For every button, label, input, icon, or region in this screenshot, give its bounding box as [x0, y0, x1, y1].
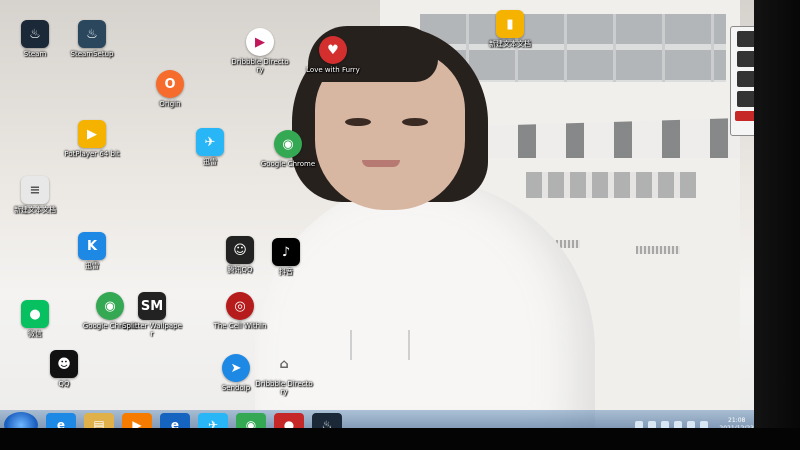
desktop-icon-tiktok[interactable]: ♪ 抖音	[256, 238, 316, 276]
wallpaper-lower-windows	[526, 172, 696, 198]
wallpaper-drawstrings	[350, 330, 410, 360]
desktop-icon-chrome-2[interactable]: ◉ Google Chrome	[258, 130, 318, 168]
desktop-icon-steam[interactable]: ♨ Steam	[5, 20, 65, 58]
game-heart-icon: ♥	[319, 36, 347, 64]
text-file-icon: ≡	[21, 176, 49, 204]
folder-icon: ⌂	[279, 356, 289, 372]
desktop-icon-potplayer[interactable]: ▶ PotPlayer 64 bit	[62, 120, 122, 158]
desktop-icon-xunlei[interactable]: ✈ 迅雷	[180, 128, 240, 166]
desktop-icon-text-file[interactable]: ≡ 新建文本文档	[5, 176, 65, 214]
desktop-icon-dribbble-2[interactable]: ⌂ Dribbble Directory	[254, 350, 314, 397]
desktop-icon-origin[interactable]: O Origin	[140, 70, 200, 108]
desktop-icon-cell-within[interactable]: ◎ The Cell Within	[210, 292, 270, 330]
chrome-icon: ◉	[274, 130, 302, 158]
desktop-icon-steamsetup[interactable]: ♨ SteamSetup	[62, 20, 122, 58]
tiktok-icon: ♪	[272, 238, 300, 266]
eye-game-icon: ◎	[226, 292, 254, 320]
sm-icon: SM	[138, 292, 166, 320]
origin-icon: O	[156, 70, 184, 98]
desktop-icon-love-furry[interactable]: ♥ Love with Furry	[303, 36, 363, 74]
monitor-bezel-right	[754, 0, 800, 450]
steam-setup-icon: ♨	[78, 20, 106, 48]
text-file-icon: ▮	[496, 10, 524, 38]
clock-time: 21:08	[728, 417, 746, 424]
thunder-icon: K	[78, 232, 106, 260]
wallpaper-vent	[636, 246, 680, 254]
desktop-icon-new-text[interactable]: ▮ 新建文本文档	[480, 10, 540, 48]
feishu-icon: ✈	[196, 128, 224, 156]
send-icon: ➤	[222, 354, 250, 382]
desktop-icon-qq[interactable]: ☻ QQ	[34, 350, 94, 388]
monitor-bezel-bottom	[0, 428, 800, 450]
desktop-screen: ● 微信 ♨ Steam ≡ 新建文本文档 ♨ SteamSetup ▶ Pot…	[0, 0, 800, 450]
wallpaper-eye	[345, 118, 371, 126]
chrome-icon: ◉	[96, 292, 124, 320]
folder-icon: ▶	[246, 28, 274, 56]
wechat-icon: ●	[21, 300, 49, 328]
potplayer-icon: ▶	[78, 120, 106, 148]
desktop-icon-dribbble[interactable]: ▶ Dribbble Directory	[230, 28, 290, 74]
desktop-icon-wechat[interactable]: ● 微信	[5, 300, 65, 338]
desktop-icon-thunder[interactable]: K 迅雷	[62, 232, 122, 270]
penguin-icon: ☺	[226, 236, 254, 264]
wallpaper-eye	[402, 118, 428, 126]
steam-icon: ♨	[21, 20, 49, 48]
desktop-icon-splitter[interactable]: SM Splitter Wallpaper	[122, 292, 182, 338]
qq-icon: ☻	[50, 350, 78, 378]
wallpaper-mouth	[362, 160, 400, 167]
